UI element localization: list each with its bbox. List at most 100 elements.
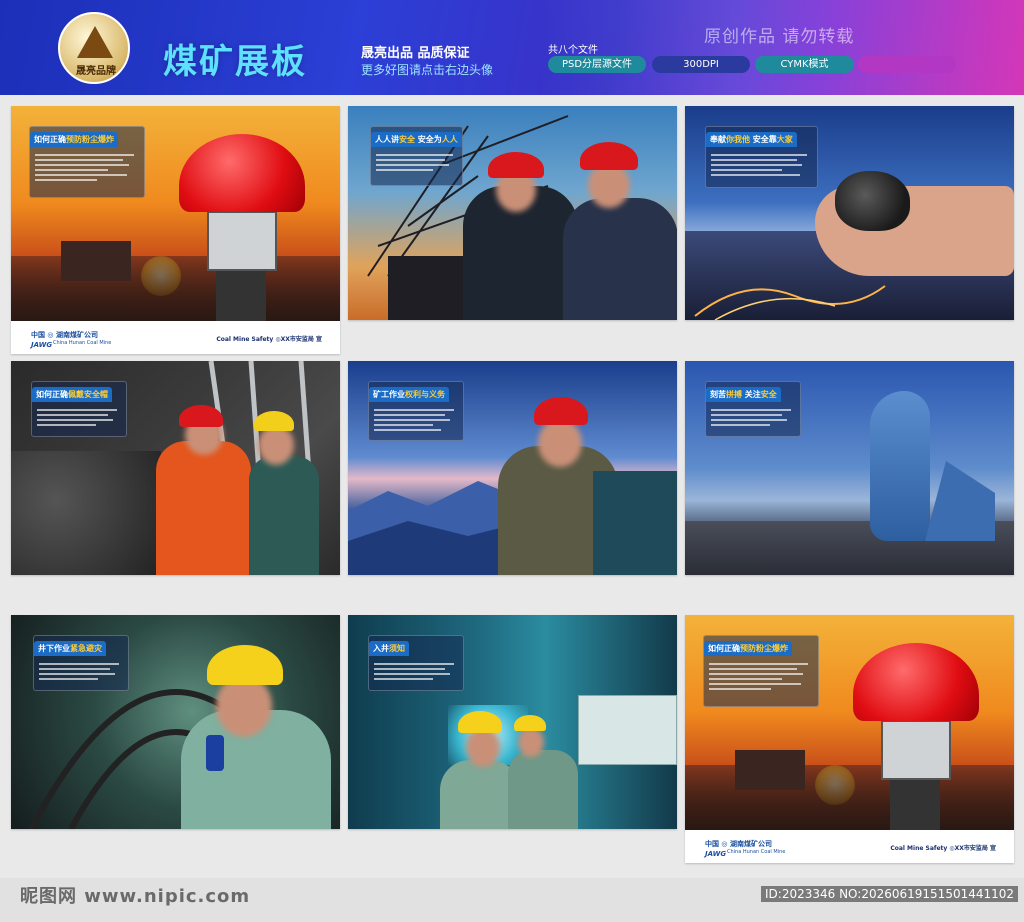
panel-entry-notice[interactable]: 入井须知 — [348, 615, 677, 829]
statue-figure — [870, 391, 930, 541]
tripod — [216, 271, 266, 321]
scene-sunset: 如何正确预防粉尘爆炸 — [685, 615, 1014, 830]
panel-dedication[interactable]: 奉献你我他 安全靠大家 — [685, 106, 1014, 320]
panel-textbox: 井下作业紧急避灾 — [33, 635, 129, 691]
worker-green-suit — [249, 456, 319, 575]
panel-title-highlight: 紧急避灾 — [70, 644, 102, 653]
panel-emergency[interactable]: 井下作业紧急避灾 — [11, 615, 340, 829]
panel-textbox: 如何正确预防粉尘爆炸 — [703, 635, 819, 707]
tagline-more: 更多好图请点击右边头像 — [361, 63, 494, 77]
factory-building — [735, 750, 805, 790]
scene-tunnel-arch: 井下作业紧急避灾 — [11, 615, 340, 829]
tripod — [890, 780, 940, 830]
scene-mountains: 矿工作业权利与义务 — [348, 361, 677, 575]
company-name-en: China Hunan Coal Mine — [727, 849, 786, 855]
phone-icon — [206, 735, 224, 771]
logo-emblem-icon — [77, 26, 113, 58]
red-helmet-icon — [534, 397, 588, 425]
pill-dpi: 300DPI — [652, 56, 750, 73]
worker-back-face — [518, 727, 544, 757]
page: 晟亮品牌 煤矿展板 晟亮出品 品质保证 更多好图请点击右边头像 共八个文件 PS… — [0, 0, 1024, 922]
scene-statue: 刻苦拼搏 关注安全 — [685, 361, 1014, 575]
panel-title-highlight: 预防粉尘爆炸 — [66, 135, 114, 144]
panel-title: 奉献 — [710, 135, 726, 144]
coal-pile-icon — [835, 171, 910, 231]
surveying-instrument — [881, 720, 951, 780]
panel-footer: 中国 ◎ 湖南煤矿公司 China Hunan Coal Mine JAWG C… — [685, 830, 1014, 863]
header-banner: 晟亮品牌 煤矿展板 晟亮出品 品质保证 更多好图请点击右边头像 共八个文件 PS… — [0, 0, 1024, 95]
file-count: 共八个文件 — [548, 45, 598, 56]
panel-title-2: 安全靠 — [750, 135, 777, 144]
statue-base — [925, 461, 995, 541]
company-mark: JAWG — [31, 341, 53, 349]
red-helmet-icon — [853, 643, 979, 721]
worker-green-face — [258, 425, 294, 465]
site-watermark[interactable]: 昵图网 www.nipic.com — [20, 882, 250, 908]
panel-title: 人人讲 — [375, 135, 399, 144]
worker-group — [508, 750, 578, 829]
surveying-instrument — [207, 211, 277, 271]
yellow-helmet-icon-2 — [514, 715, 546, 731]
pill-psd: PSD分层源文件 — [548, 56, 646, 73]
company-name-en: China Hunan Coal Mine — [53, 340, 112, 346]
pill-blank — [858, 56, 956, 73]
page-title: 煤矿展板 — [163, 42, 307, 82]
panel-title: 刻苦 — [710, 390, 726, 399]
panel-dust-explosion-2[interactable]: 如何正确预防粉尘爆炸 中国 ◎ 湖南煤矿公司 China Hunan Coal … — [685, 615, 1014, 863]
panel-hard-work[interactable]: 刻苦拼搏 关注安全 — [685, 361, 1014, 575]
red-helmet-icon — [179, 134, 305, 212]
scene-sunset: 如何正确预防粉尘爆炸 — [11, 106, 340, 321]
notice-board — [578, 695, 677, 765]
panel-title: 入井 — [373, 644, 389, 653]
safety-slogan: Coal Mine Safety ◎XX市安监局 宣 — [890, 845, 996, 852]
panel-title-highlight: 佩戴安全帽 — [68, 390, 108, 399]
panel-textbox: 矿工作业权利与义务 — [368, 381, 464, 441]
scene-tunnel-corridor: 入井须知 — [348, 615, 677, 829]
panel-title-highlight: 预防粉尘爆炸 — [740, 644, 788, 653]
panel-dust-explosion[interactable]: 如何正确预防粉尘爆炸 中国 ◎ 湖南煤矿公司 China Hunan Coal … — [11, 106, 340, 354]
brand-label: 晟亮品牌 — [76, 66, 116, 77]
panel-title-highlight-2: 大家 — [776, 135, 793, 144]
machinery — [593, 471, 677, 575]
factory-building — [61, 241, 131, 281]
panel-title: 如何正确 — [34, 135, 66, 144]
panel-title: 如何正确 — [708, 644, 740, 653]
panel-title-2: 安全为 — [415, 135, 442, 144]
watermark-text: 原创作品 请勿转载 — [704, 27, 855, 47]
panel-title: 井下作业 — [38, 644, 70, 653]
tagline-quality: 晟亮出品 品质保证 — [361, 46, 470, 61]
panel-safety-everyone[interactable]: 人人讲安全 安全为人人 — [348, 106, 677, 320]
company-name: 中国 ◎ 湖南煤矿公司 — [705, 840, 772, 848]
safety-slogan: Coal Mine Safety ◎XX市安监局 宣 — [216, 336, 322, 343]
panel-textbox: 如何正确预防粉尘爆炸 — [29, 126, 145, 198]
panel-title-highlight: 你我他 — [726, 135, 750, 144]
panel-title-highlight-2: 安全 — [760, 390, 777, 399]
worker-face — [538, 419, 582, 467]
panel-title-highlight: 须知 — [389, 644, 405, 653]
pill-cmyk: CYMK模式 — [755, 56, 854, 73]
panel-textbox: 如何正确佩戴安全帽 — [31, 381, 127, 437]
yellow-helmet-icon — [458, 711, 502, 733]
panel-title-2: 关注 — [742, 390, 761, 399]
worker-front-face — [466, 727, 500, 767]
panel-textbox: 人人讲安全 安全为人人 — [370, 126, 463, 186]
worker-right-body — [563, 198, 677, 320]
yellow-helmet-icon — [254, 411, 294, 431]
red-helmet-icon — [179, 405, 223, 427]
panel-title-highlight: 权利与义务 — [405, 390, 445, 399]
panel-title: 如何正确 — [36, 390, 68, 399]
brand-logo[interactable]: 晟亮品牌 — [58, 12, 130, 84]
panel-textbox: 刻苦拼搏 关注安全 — [705, 381, 801, 437]
panel-wear-helmet[interactable]: 如何正确佩戴安全帽 — [11, 361, 340, 575]
company-name: 中国 ◎ 湖南煤矿公司 — [31, 331, 98, 339]
coal-rock — [11, 451, 161, 575]
banner-glow — [540, 0, 1024, 95]
scene-mine-tunnel: 如何正确佩戴安全帽 — [11, 361, 340, 575]
panel-title-highlight: 拼搏 — [726, 390, 742, 399]
image-id: ID:2023346 NO:20260619151501441102 — [761, 886, 1019, 902]
panel-rights-duties[interactable]: 矿工作业权利与义务 — [348, 361, 677, 575]
panel-title-highlight: 安全 — [399, 135, 415, 144]
scene-night-valley: 奉献你我他 安全靠大家 — [685, 106, 1014, 320]
scene-crane: 人人讲安全 安全为人人 — [348, 106, 677, 320]
panel-title-highlight-2: 人人 — [441, 135, 458, 144]
